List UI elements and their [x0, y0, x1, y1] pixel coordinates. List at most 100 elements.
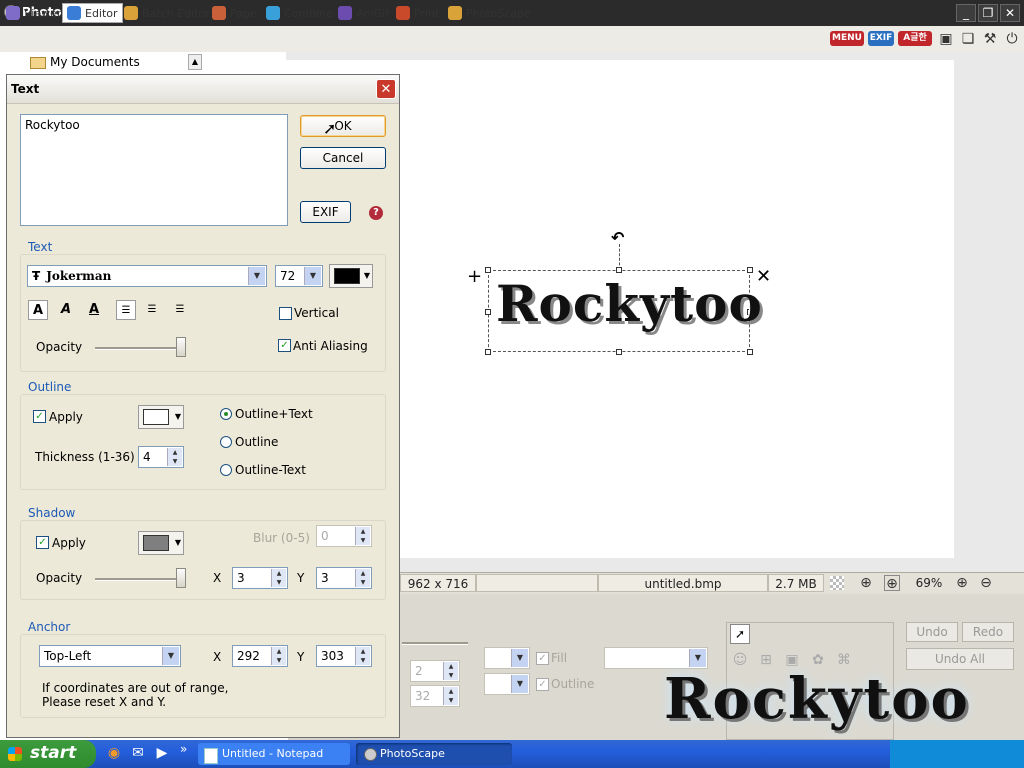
- resize-handle[interactable]: [616, 267, 622, 273]
- vertical-checkbox[interactable]: [279, 307, 292, 320]
- text-opacity-slider[interactable]: [176, 337, 186, 357]
- outline-minus-text-radio[interactable]: [220, 464, 232, 476]
- dialog-close-button[interactable]: ✕: [376, 79, 396, 99]
- cancel-button[interactable]: Cancel: [300, 147, 386, 169]
- bottom-combo-1[interactable]: ▼: [484, 647, 530, 669]
- editor-icon: [67, 6, 81, 20]
- zoom-in-icon[interactable]: ⊕: [954, 575, 970, 591]
- text-color-button[interactable]: ▼: [329, 264, 373, 288]
- batch-editor-icon: [124, 6, 138, 20]
- anchor-position-select[interactable]: Top-Left ▼: [39, 645, 181, 667]
- zoom-fit-icon[interactable]: ⊕: [858, 575, 874, 591]
- firefox-icon[interactable]: ◉: [106, 745, 122, 761]
- close-window-button[interactable]: ✕: [1000, 4, 1020, 22]
- mouse-cursor-icon: ➚: [323, 119, 337, 138]
- bottom-spin-2[interactable]: 32 ▲ ▼: [410, 685, 460, 707]
- resize-handle[interactable]: [616, 349, 622, 355]
- thickness-label: Thickness (1-36): [35, 450, 135, 464]
- redo-button[interactable]: Redo: [962, 622, 1014, 642]
- media-player-icon[interactable]: ▶: [154, 745, 170, 761]
- notepad-icon: [204, 748, 218, 764]
- combine-icon: [266, 6, 280, 20]
- exif-badge-button[interactable]: EXIF: [868, 31, 894, 46]
- fill-checkbox[interactable]: ✓: [536, 652, 549, 665]
- maximize-button[interactable]: ❐: [978, 4, 998, 22]
- tab-viewer[interactable]: Viewer: [2, 3, 65, 23]
- anti-aliasing-checkbox[interactable]: ✓: [278, 339, 291, 352]
- zoom-actual-icon[interactable]: ⊕: [884, 575, 900, 592]
- taskbar-notepad[interactable]: Untitled - Notepad: [198, 743, 350, 765]
- anchor-x-stepper[interactable]: 292 ▲ ▼: [232, 645, 288, 667]
- tab-page[interactable]: Page: [208, 3, 261, 23]
- bold-button[interactable]: A: [28, 300, 48, 320]
- bottom-spin-1[interactable]: 2 ▲ ▼: [410, 660, 460, 682]
- anigif-icon: [338, 6, 352, 20]
- outline-checkbox[interactable]: ✓: [536, 678, 549, 691]
- outline-text-radio[interactable]: [220, 408, 232, 420]
- exif-button[interactable]: EXIF: [300, 201, 351, 223]
- font-family-select[interactable]: Ŧ Jokerman ▼: [27, 265, 267, 287]
- transparency-grid-icon[interactable]: [830, 576, 844, 590]
- rotate-handle-icon[interactable]: ↶: [611, 228, 624, 247]
- tab-anigif[interactable]: AniGif: [334, 3, 393, 23]
- minimize-button[interactable]: _: [956, 4, 976, 22]
- copy-icon[interactable]: ❏: [960, 31, 976, 47]
- shadow-apply-checkbox[interactable]: ✓: [36, 536, 49, 549]
- shadow-opacity-label: Opacity: [36, 571, 83, 585]
- resize-handle[interactable]: [485, 309, 491, 315]
- tab-photoscape[interactable]: PhotoScape: [444, 3, 535, 23]
- viewer-icon: [6, 6, 20, 20]
- vertical-label: Vertical: [294, 306, 339, 320]
- outline-text-label: Outline+Text: [235, 407, 313, 421]
- zoom-out-icon[interactable]: ⊖: [978, 575, 994, 591]
- zoom-level: 69%: [915, 576, 943, 590]
- resize-handle[interactable]: [747, 349, 753, 355]
- help-icon[interactable]: ?: [369, 206, 383, 220]
- system-tray: [890, 740, 1024, 768]
- tab-batch-editor[interactable]: Batch Editor: [120, 3, 214, 23]
- underline-button[interactable]: A: [84, 300, 104, 320]
- window-layout-icon[interactable]: ▣: [938, 31, 954, 47]
- undo-button[interactable]: Undo: [906, 622, 958, 642]
- tab-combine[interactable]: Combine: [262, 3, 337, 23]
- tab-editor[interactable]: Editor: [62, 3, 123, 23]
- shadow-y-stepper[interactable]: 3 ▲ ▼: [316, 567, 372, 589]
- tools-icon[interactable]: ⚒: [982, 31, 998, 47]
- language-badge-button[interactable]: A글한: [898, 31, 932, 46]
- start-button[interactable]: start: [0, 740, 96, 768]
- shadow-color-button[interactable]: ▼: [138, 531, 184, 555]
- move-handle-icon[interactable]: +: [467, 266, 482, 287]
- resize-handle[interactable]: [747, 267, 753, 273]
- menu-badge-button[interactable]: MENU: [830, 31, 864, 46]
- power-icon[interactable]: ⏻: [1004, 31, 1020, 47]
- resize-handle[interactable]: [485, 267, 491, 273]
- tree-scroll-up-button[interactable]: ▲: [188, 54, 202, 70]
- shadow-opacity-slider[interactable]: [176, 568, 186, 588]
- outline-apply-checkbox[interactable]: ✓: [33, 410, 46, 423]
- thickness-stepper[interactable]: 4 ▲ ▼: [138, 446, 184, 468]
- align-center-icon[interactable]: ☰: [142, 300, 162, 320]
- photoscape-taskbar-icon: [364, 748, 377, 761]
- outline-color-button[interactable]: ▼: [138, 405, 184, 429]
- text-input[interactable]: [20, 114, 288, 226]
- canvas-text-rockytoo: Rockytoo: [496, 274, 763, 333]
- align-right-icon[interactable]: ☰: [170, 300, 190, 320]
- anchor-y-stepper[interactable]: 303 ▲ ▼: [316, 645, 372, 667]
- resize-handle[interactable]: [485, 349, 491, 355]
- quick-launch-overflow-icon[interactable]: »: [180, 742, 187, 756]
- blur-stepper[interactable]: 0 ▲ ▼: [316, 525, 372, 547]
- taskbar-photoscape[interactable]: PhotoScape: [356, 743, 512, 765]
- select-arrow-icon[interactable]: ➚: [730, 624, 750, 644]
- shadow-x-stepper[interactable]: 3 ▲ ▼: [232, 567, 288, 589]
- italic-button[interactable]: A: [56, 300, 76, 320]
- email-icon[interactable]: ✉: [130, 745, 146, 761]
- outline-only-radio[interactable]: [220, 436, 232, 448]
- font-size-select[interactable]: 72 ▼: [275, 265, 323, 287]
- tree-item-my-documents[interactable]: My Documents: [30, 55, 140, 69]
- align-left-icon[interactable]: ☰: [116, 300, 136, 320]
- ok-button[interactable]: OK: [300, 115, 386, 137]
- tab-print[interactable]: Print: [392, 3, 443, 23]
- image-dimensions: 962 x 716: [400, 574, 476, 592]
- bottom-combo-2[interactable]: ▼: [484, 673, 530, 695]
- text-section-label: Text: [28, 240, 53, 254]
